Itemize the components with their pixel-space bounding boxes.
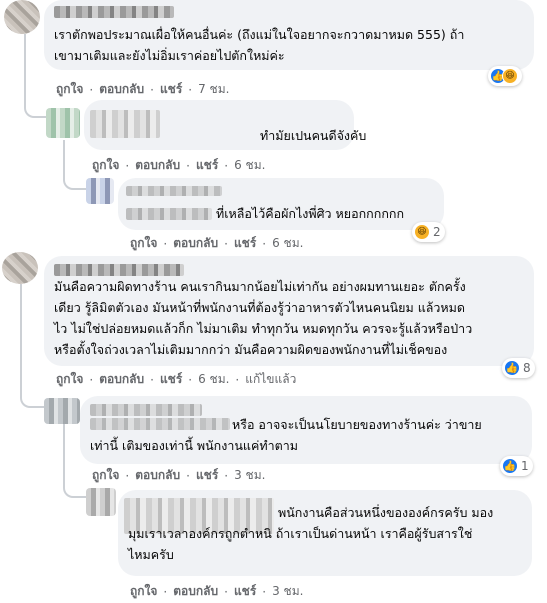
reply-button[interactable]: ตอบกลับ	[173, 582, 218, 601]
avatar[interactable]	[86, 488, 116, 516]
timestamp[interactable]: 6 ชม.	[272, 234, 303, 253]
comment-text-line: ไว ไม่ใช่ปล่อยหมดแล้วก็ก ไม่มาเติม ทำทุก…	[54, 321, 473, 336]
share-button[interactable]: แชร์	[234, 582, 256, 601]
timestamp[interactable]: 6 ชม.	[198, 370, 229, 389]
timestamp[interactable]: 3 ชม.	[272, 582, 303, 601]
like-button[interactable]: ถูกใจ	[130, 582, 157, 601]
comment-text-line: เท่านี้ เติมของเท่านี้ พนักงานแค่ทำตาม	[90, 438, 298, 453]
thread-line	[20, 284, 22, 364]
reaction-count: 8	[523, 361, 531, 375]
haha-icon: 😆	[414, 224, 430, 240]
reply-button[interactable]: ตอบกลับ	[99, 80, 144, 99]
like-button[interactable]: ถูกใจ	[56, 370, 83, 389]
reaction-summary[interactable]: 👍 😆	[488, 66, 522, 86]
like-button[interactable]: ถูกใจ	[92, 466, 119, 485]
comment-text-line: เราตักพอประมาณเผื่อให้คนอื่นค่ะ (ถึงแม่ใ…	[54, 27, 465, 42]
avatar[interactable]	[46, 108, 80, 138]
like-button[interactable]: ถูกใจ	[130, 234, 157, 253]
comment-actions: ถูกใจ · ตอบกลับ · แชร์ · 6 ชม. · แก้ไขแล…	[56, 370, 296, 389]
like-button[interactable]: ถูกใจ	[92, 156, 119, 175]
comment-text-line: หรือ อาจจะเป็นนโยบายของทางร้านค่ะ ว่าขาย	[232, 417, 482, 432]
avatar[interactable]	[2, 252, 38, 284]
comment-text-line: ที่เหลือไว้คือผักไงพี่ศิว หยอกกกกกก	[216, 206, 405, 221]
reaction-summary[interactable]: 👍 8	[502, 358, 535, 378]
like-icon: 👍	[502, 458, 518, 474]
comment-bubble: มันคือความผิดทางร้าน คนเรากินมากน้อยไม่เ…	[44, 256, 534, 366]
avatar[interactable]	[4, 0, 40, 34]
avatar[interactable]	[86, 178, 114, 204]
reply-button[interactable]: ตอบกลับ	[173, 234, 218, 253]
comment-bubble: หรือ อาจจะเป็นนโยบายของทางร้านค่ะ ว่าขาย…	[80, 396, 532, 464]
like-icon: 👍	[504, 360, 520, 376]
commenter-name-redacted[interactable]	[54, 6, 174, 18]
comment-text-line: มันคือความผิดทางร้าน คนเรากินมากน้อยไม่เ…	[54, 279, 466, 294]
timestamp[interactable]: 3 ชม.	[234, 466, 265, 485]
reply-button[interactable]: ตอบกลับ	[99, 370, 144, 389]
haha-icon: 😆	[502, 68, 518, 84]
commenter-name-redacted[interactable]	[90, 404, 202, 416]
comment-actions: ถูกใจ · ตอบกลับ · แชร์ · 7 ชม.	[56, 80, 229, 99]
share-button[interactable]: แชร์	[234, 234, 256, 253]
comment-actions: ถูกใจ · ตอบกลับ · แชร์ · 6 ชม.	[130, 234, 303, 253]
comment-text-line: ทำมัยเปนคนดีจังคับ	[260, 128, 367, 143]
comment-text-line: เดียว รู้ลิมิตตัวเอง มันหน้าที่พนักงานที…	[54, 300, 466, 315]
comment-bubble: ทำมัยเปนคนดีจังคับ	[84, 100, 366, 150]
share-button[interactable]: แชร์	[196, 156, 218, 175]
comment-actions: ถูกใจ · ตอบกลับ · แชร์ · 3 ชม.	[92, 466, 265, 485]
comment-text-line: เขามาเติมและยังไม่อิ่มเราค่อยไปตักใหม่ค่…	[54, 48, 285, 63]
timestamp[interactable]: 6 ชม.	[234, 156, 265, 175]
share-button[interactable]: แชร์	[160, 370, 182, 389]
timestamp[interactable]: 7 ชม.	[198, 80, 229, 99]
thread-line	[63, 140, 65, 164]
reaction-count: 2	[433, 225, 441, 239]
comment-text-line: พนักงานคือส่วนหนึ่งขององค์กรครับ มอง	[278, 505, 494, 520]
share-button[interactable]: แชร์	[160, 80, 182, 99]
comment-text-line: ไหมครับ	[128, 547, 174, 562]
comment-bubble: พนักงานคือส่วนหนึ่งขององค์กรครับ มอง มุม…	[118, 490, 532, 576]
comment-actions: ถูกใจ · ตอบกลับ · แชร์ · 3 ชม.	[130, 582, 303, 601]
thread-connector	[63, 164, 87, 190]
like-button[interactable]: ถูกใจ	[56, 80, 83, 99]
thread-line	[24, 34, 26, 74]
commenter-name-redacted[interactable]	[90, 110, 160, 138]
thread-connector	[63, 476, 87, 498]
reply-button[interactable]: ตอบกลับ	[135, 156, 180, 175]
comment-bubble: ที่เหลือไว้คือผักไงพี่ศิว หยอกกกกกก	[118, 178, 444, 230]
avatar[interactable]	[44, 398, 80, 424]
reply-button[interactable]: ตอบกลับ	[135, 466, 180, 485]
comment-bubble: เราตักพอประมาณเผื่อให้คนอื่นค่ะ (ถึงแม่ใ…	[44, 0, 534, 70]
share-button[interactable]: แชร์	[196, 466, 218, 485]
commenter-name-redacted[interactable]	[126, 208, 212, 220]
comment-text-line: หรือตั้งใจถ่วงเวลาไม่เติมมากกว่า มันคือค…	[54, 342, 448, 357]
commenter-name-redacted[interactable]	[126, 186, 222, 196]
commenter-name-redacted[interactable]	[54, 264, 184, 276]
edited-label[interactable]: แก้ไขแล้ว	[245, 370, 296, 389]
comment-actions: ถูกใจ · ตอบกลับ · แชร์ · 6 ชม.	[92, 156, 265, 175]
reaction-summary[interactable]: 👍 1	[500, 456, 533, 476]
commenter-name-redacted[interactable]	[90, 418, 230, 430]
reaction-summary[interactable]: 😆 2	[412, 222, 445, 242]
thread-line	[63, 424, 65, 476]
comment-text-line: มุมเราเวลาองค์กรถูกตำหนิ ถ้าเราเป็นด่านห…	[128, 526, 473, 541]
reaction-count: 1	[521, 459, 529, 473]
